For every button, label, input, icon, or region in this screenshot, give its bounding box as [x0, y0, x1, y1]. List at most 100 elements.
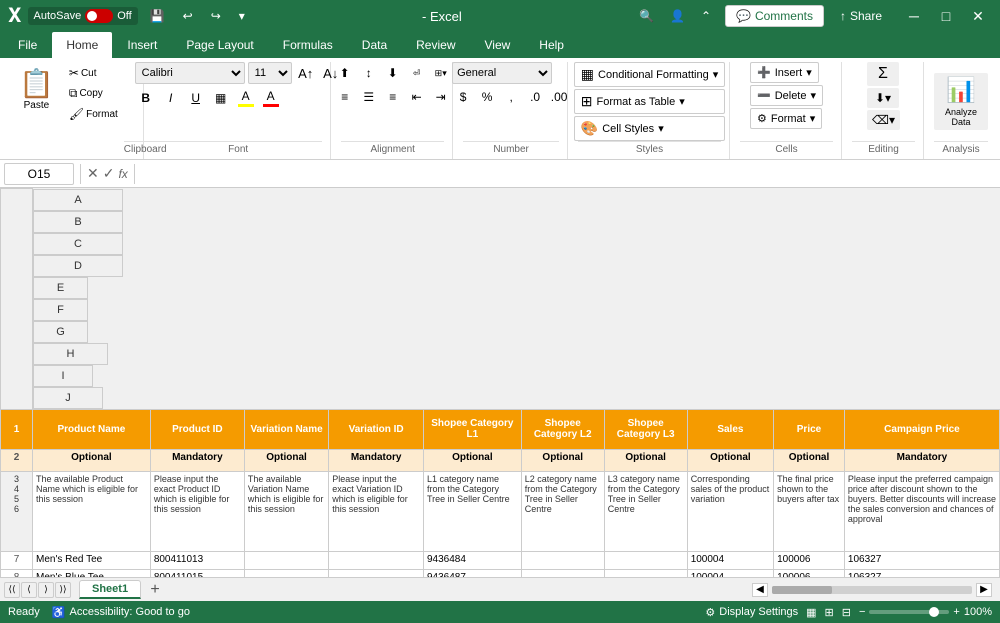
bold-button[interactable]: B — [135, 87, 157, 109]
sheet-nav-last[interactable]: ⟩⟩ — [55, 582, 71, 598]
cell-H7[interactable]: 100004 — [687, 551, 773, 569]
paste-button[interactable]: 📋 Paste — [10, 62, 63, 116]
cell-J3[interactable]: Please input the preferred campaign pric… — [844, 471, 999, 551]
cell-G3[interactable]: L3 category name from the Category Tree … — [604, 471, 687, 551]
ribbon-collapse-button[interactable]: ⌃ — [695, 7, 717, 25]
cell-D7[interactable] — [329, 551, 424, 569]
autosave-control[interactable]: AutoSave Off — [28, 7, 138, 25]
cell-F1[interactable]: Shopee Category L2 — [521, 409, 604, 449]
fill-button[interactable]: ⬇▾ — [867, 88, 899, 108]
indent-decrease-button[interactable]: ⇤ — [406, 86, 428, 108]
insert-button[interactable]: ➕ Insert ▾ — [750, 62, 819, 83]
cell-B8[interactable]: 800411015 — [150, 569, 244, 577]
cell-F2[interactable]: Optional — [521, 449, 604, 471]
align-center-button[interactable]: ☰ — [358, 86, 380, 108]
customize-button[interactable]: ▾ — [233, 7, 251, 25]
tab-formulas[interactable]: Formulas — [269, 32, 347, 58]
tab-help[interactable]: Help — [525, 32, 578, 58]
merge-button[interactable]: ⊞▾ — [430, 62, 452, 84]
format-painter-button[interactable]: 🖌Format — [65, 105, 122, 123]
cell-A8[interactable]: Men's Blue Tee — [33, 569, 151, 577]
cell-D3[interactable]: Please input the exact Variation ID whic… — [329, 471, 424, 551]
share-button[interactable]: ↑ Share — [830, 6, 892, 26]
delete-button[interactable]: ➖ Delete ▾ — [750, 85, 823, 106]
maximize-button[interactable]: □ — [932, 2, 960, 30]
align-top-button[interactable]: ⬆ — [334, 62, 356, 84]
add-sheet-button[interactable]: + — [145, 580, 165, 600]
zoom-in-button[interactable]: + — [953, 606, 959, 618]
fill-color-button[interactable]: A — [235, 87, 257, 109]
cell-D8[interactable] — [329, 569, 424, 577]
align-middle-button[interactable]: ↕ — [358, 62, 380, 84]
formula-input[interactable] — [141, 167, 996, 181]
comments-button[interactable]: 💬 Comments — [725, 5, 824, 27]
cell-G7[interactable] — [604, 551, 687, 569]
cell-J8[interactable]: 106327 — [844, 569, 999, 577]
save-button[interactable]: 💾 — [144, 7, 171, 25]
cut-button[interactable]: ✂Cut — [65, 64, 122, 82]
autosave-toggle[interactable] — [85, 9, 113, 23]
cell-A1[interactable]: Product Name — [33, 409, 151, 449]
account-button[interactable]: 👤 — [664, 7, 691, 25]
tab-home[interactable]: Home — [52, 32, 112, 58]
redo-button[interactable]: ↪ — [205, 7, 227, 25]
scroll-right-button[interactable]: ▶ — [976, 583, 992, 597]
decimal-decrease-button[interactable]: .00 — [548, 86, 570, 108]
tab-review[interactable]: Review — [402, 32, 469, 58]
cell-H8[interactable]: 100004 — [687, 569, 773, 577]
scroll-left-button[interactable]: ◀ — [752, 583, 768, 597]
format-as-table-button[interactable]: ⊞ Format as Table ▾ — [574, 89, 725, 114]
cell-B2[interactable]: Mandatory — [150, 449, 244, 471]
copy-button[interactable]: ⧉Copy — [65, 84, 122, 103]
tab-file[interactable]: File — [4, 32, 51, 58]
cell-H3[interactable]: Corresponding sales of the product varia… — [687, 471, 773, 551]
cell-H2[interactable]: Optional — [687, 449, 773, 471]
cancel-formula-icon[interactable]: ✕ — [87, 165, 99, 182]
border-button[interactable]: ▦ — [210, 87, 232, 109]
cell-styles-button[interactable]: 🎨 Cell Styles ▾ — [574, 116, 725, 141]
indent-increase-button[interactable]: ⇥ — [430, 86, 452, 108]
page-break-button[interactable]: ⊟ — [842, 606, 851, 619]
cell-F3[interactable]: L2 category name from the Category Tree … — [521, 471, 604, 551]
zoom-out-button[interactable]: − — [859, 606, 865, 618]
format-button[interactable]: ⚙ Format ▾ — [750, 108, 822, 129]
cell-A2[interactable]: Optional — [33, 449, 151, 471]
wrap-text-button[interactable]: ⏎ — [406, 62, 428, 84]
cell-reference-input[interactable] — [4, 163, 74, 185]
cell-E3[interactable]: L1 category name from the Category Tree … — [423, 471, 521, 551]
cell-J7[interactable]: 106327 — [844, 551, 999, 569]
number-format-select[interactable]: General — [452, 62, 552, 84]
tab-page-layout[interactable]: Page Layout — [172, 32, 267, 58]
minimize-button[interactable]: ─ — [900, 2, 928, 30]
zoom-slider[interactable] — [869, 610, 949, 614]
cell-I7[interactable]: 100006 — [774, 551, 845, 569]
insert-function-icon[interactable]: fx — [118, 167, 127, 181]
cell-H1[interactable]: Sales — [687, 409, 773, 449]
sheet-nav-prev[interactable]: ⟨ — [21, 582, 37, 598]
close-button[interactable]: ✕ — [964, 2, 992, 30]
tab-insert[interactable]: Insert — [113, 32, 171, 58]
search-button[interactable]: 🔍 — [633, 7, 660, 25]
accounting-format-button[interactable]: $ — [452, 86, 474, 108]
cell-G2[interactable]: Optional — [604, 449, 687, 471]
tab-view[interactable]: View — [471, 32, 525, 58]
italic-button[interactable]: I — [160, 87, 182, 109]
conditional-formatting-button[interactable]: ▦ Conditional Formatting ▾ — [574, 62, 725, 87]
font-color-button[interactable]: A — [260, 87, 282, 109]
cell-C3[interactable]: The available Variation Name which is el… — [244, 471, 328, 551]
display-settings[interactable]: ⚙ Display Settings — [705, 606, 798, 619]
sum-button[interactable]: Σ — [867, 62, 899, 86]
sheet-nav-first[interactable]: ⟨⟨ — [4, 582, 20, 598]
align-bottom-button[interactable]: ⬇ — [382, 62, 404, 84]
analyze-data-button[interactable]: 📊 Analyze Data — [934, 73, 988, 130]
cell-B1[interactable]: Product ID — [150, 409, 244, 449]
scroll-thumb[interactable] — [772, 586, 832, 594]
clear-button[interactable]: ⌫▾ — [867, 110, 900, 130]
cell-C2[interactable]: Optional — [244, 449, 328, 471]
cell-I2[interactable]: Optional — [774, 449, 845, 471]
font-name-select[interactable]: Calibri — [135, 62, 245, 84]
normal-view-button[interactable]: ▦ — [806, 606, 816, 619]
align-left-button[interactable]: ≡ — [334, 86, 356, 108]
cell-I8[interactable]: 100006 — [774, 569, 845, 577]
align-right-button[interactable]: ≡ — [382, 86, 404, 108]
